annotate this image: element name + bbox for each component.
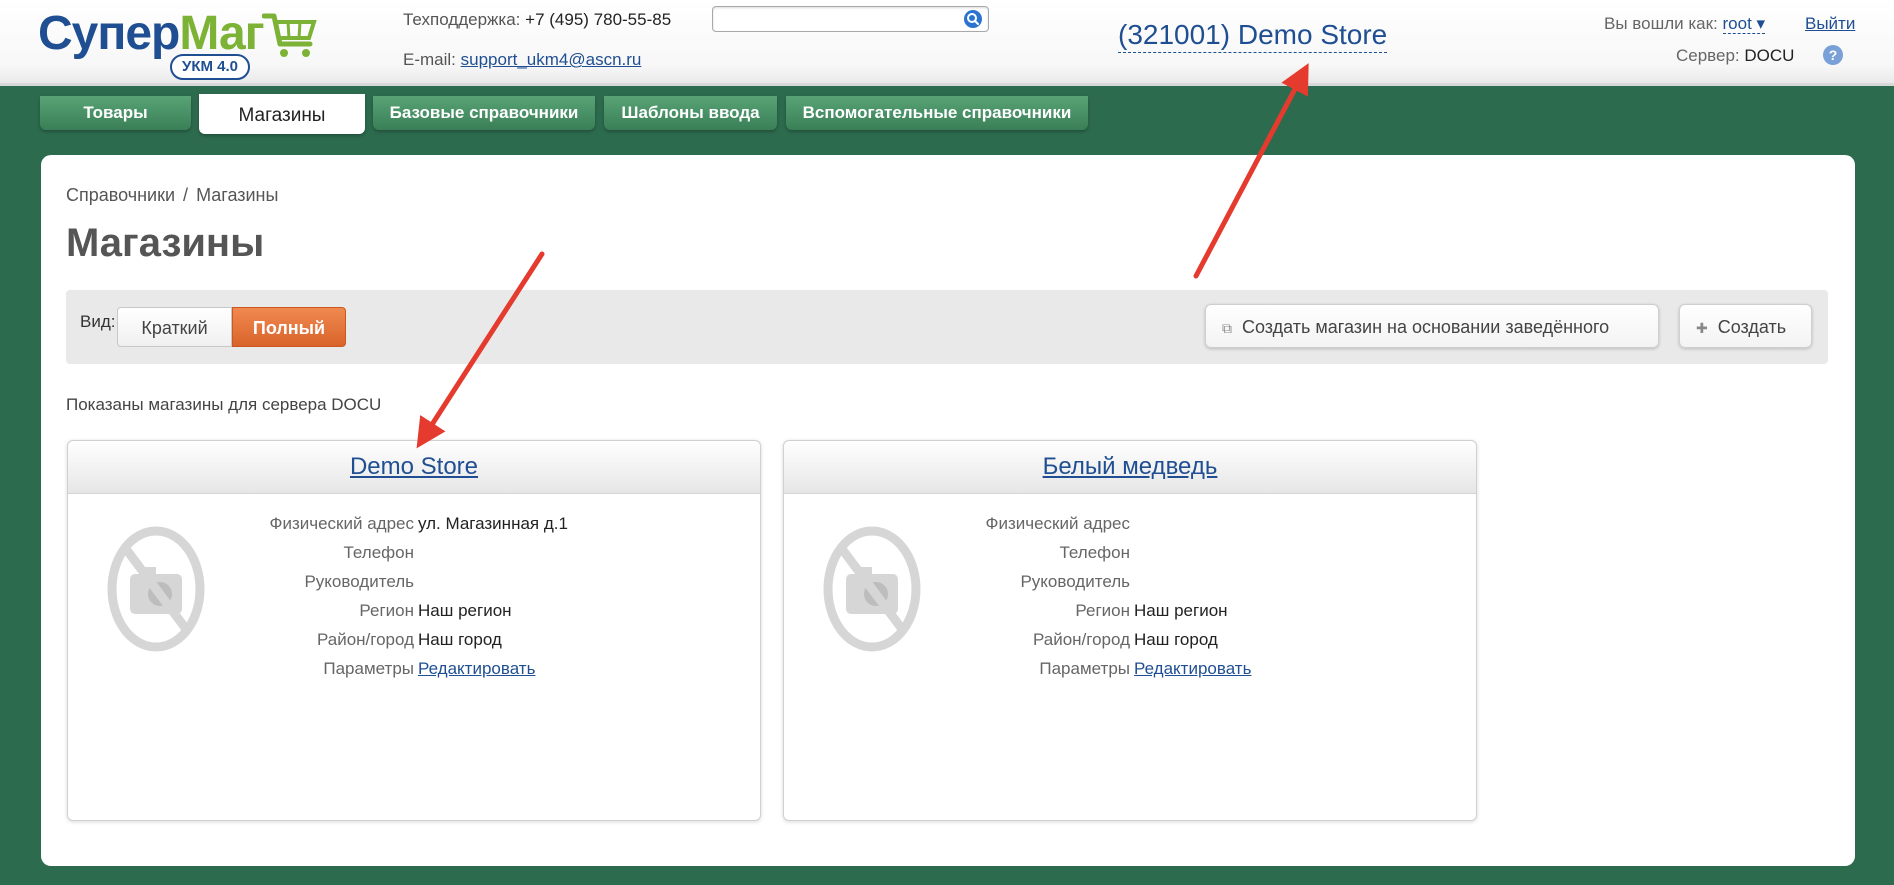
field-label: Телефон	[343, 543, 414, 562]
create-from-existing-button[interactable]: ⧉ Создать магазин на основании заведённог…	[1205, 304, 1659, 348]
shopping-cart-icon	[262, 13, 317, 57]
view-full-button[interactable]: Полный	[232, 307, 346, 347]
field-label: Руководитель	[1020, 572, 1130, 591]
logo-text: СуперМаг	[38, 7, 265, 60]
logo-text-part2: Маг	[179, 7, 264, 60]
help-icon[interactable]: ?	[1823, 45, 1843, 65]
current-store-title[interactable]: (321001) Demo Store	[1118, 18, 1388, 53]
search-box	[712, 6, 989, 32]
email-label: E-mail:	[403, 50, 456, 69]
breadcrumb-current: Магазины	[196, 185, 279, 205]
field-label: Регион	[1075, 601, 1130, 620]
user-name: root	[1722, 14, 1752, 33]
server-label: Сервер:	[1676, 46, 1740, 65]
support-label: Техподдержка:	[403, 10, 521, 29]
user-menu[interactable]: root ▾	[1722, 14, 1766, 34]
support-email-link[interactable]: support_ukm4@ascn.ru	[461, 50, 642, 69]
page-title: Магазины	[66, 221, 265, 265]
breadcrumb-separator: /	[183, 185, 189, 205]
create-from-existing-label: Создать магазин на основании заведённого	[1242, 317, 1610, 337]
tab-stores[interactable]: Магазины	[199, 94, 365, 134]
field-parameters: Параметры Редактировать	[784, 656, 1478, 682]
field-label: Регион	[359, 601, 414, 620]
field-region: Регион Наш регион	[68, 598, 762, 624]
copy-icon: ⧉	[1222, 320, 1232, 336]
tab-base-references[interactable]: Базовые справочники	[373, 96, 595, 130]
store-card: Белый медведь Физический адрес Телефон Р…	[783, 440, 1477, 821]
create-button[interactable]: ✚ Создать	[1679, 304, 1812, 348]
app-header: СуперМаг УКМ 4.0 Техподдержка: +7 (495) …	[0, 0, 1894, 86]
field-manager: Руководитель	[784, 569, 1478, 595]
store-name-link[interactable]: Demo Store	[350, 453, 478, 480]
field-manager: Руководитель	[68, 569, 762, 595]
field-district: Район/город Наш город	[784, 627, 1478, 653]
field-address: Физический адрес	[784, 511, 1478, 537]
logo-text-part1: Супер	[38, 7, 180, 60]
field-label: Телефон	[1059, 543, 1130, 562]
logout-link[interactable]: Выйти	[1805, 14, 1855, 34]
view-label: Вид:	[80, 312, 116, 331]
field-label: Параметры	[1039, 659, 1130, 678]
tab-auxiliary-references[interactable]: Вспомогательные справочники	[786, 96, 1088, 130]
field-district: Район/город Наш город	[68, 627, 762, 653]
chevron-down-icon: ▾	[1751, 14, 1766, 33]
field-region: Регион Наш регион	[784, 598, 1478, 624]
search-icon	[967, 13, 979, 25]
field-label: Физический адрес	[985, 514, 1130, 533]
field-value: Наш город	[418, 630, 502, 649]
store-card-header: Demo Store	[68, 441, 760, 494]
field-parameters: Параметры Редактировать	[68, 656, 762, 682]
field-label: Руководитель	[304, 572, 414, 591]
support-phone: +7 (495) 780-55-85	[525, 10, 672, 29]
breadcrumb-root[interactable]: Справочники	[66, 185, 175, 205]
view-toolbar: Вид: Краткий Полный ⧉ Создать магазин на …	[66, 290, 1828, 364]
view-short-button[interactable]: Краткий	[117, 307, 232, 347]
edit-parameters-link[interactable]: Редактировать	[418, 656, 535, 682]
supermag-logo[interactable]: СуперМаг УКМ 4.0	[38, 6, 318, 80]
store-card-header: Белый медведь	[784, 441, 1476, 494]
search-input[interactable]	[719, 7, 958, 31]
store-card: Demo Store Физический адрес ул. Магазинна…	[67, 440, 761, 821]
field-address: Физический адрес ул. Магазинная д.1	[68, 511, 762, 537]
field-label: Параметры	[323, 659, 414, 678]
field-label: Район/город	[1032, 630, 1130, 649]
edit-parameters-link[interactable]: Редактировать	[1134, 656, 1251, 682]
login-label: Вы вошли как:	[1604, 14, 1718, 33]
create-label: Создать	[1717, 317, 1787, 337]
search-button[interactable]	[964, 10, 982, 28]
breadcrumb: Справочники / Магазины	[66, 185, 278, 206]
field-value: Наш город	[1134, 630, 1218, 649]
field-phone: Телефон	[68, 540, 762, 566]
field-value: ул. Магазинная д.1	[418, 514, 568, 533]
field-phone: Телефон	[784, 540, 1478, 566]
field-value: Наш регион	[1134, 601, 1228, 620]
content-panel: Справочники / Магазины Магазины Вид: Кратк…	[41, 155, 1855, 866]
tab-goods[interactable]: Товары	[40, 96, 191, 130]
field-value: Наш регион	[418, 601, 512, 620]
server-value: DOCU	[1744, 46, 1795, 65]
store-name-link[interactable]: Белый медведь	[1043, 453, 1218, 480]
server-info: Сервер: DOCU	[1676, 46, 1794, 66]
version-badge: УКМ 4.0	[170, 54, 251, 80]
shown-stores-note: Показаны магазины для сервера DOCU	[66, 395, 382, 414]
login-info: Вы вошли как: root ▾	[1604, 14, 1766, 34]
support-phone-line: Техподдержка: +7 (495) 780-55-85	[403, 10, 671, 30]
field-label: Физический адрес	[269, 514, 414, 533]
field-label: Район/город	[316, 630, 414, 649]
plus-icon: ✚	[1696, 320, 1708, 336]
support-email-line: E-mail: support_ukm4@ascn.ru	[403, 50, 641, 70]
tab-input-templates[interactable]: Шаблоны ввода	[604, 96, 777, 130]
